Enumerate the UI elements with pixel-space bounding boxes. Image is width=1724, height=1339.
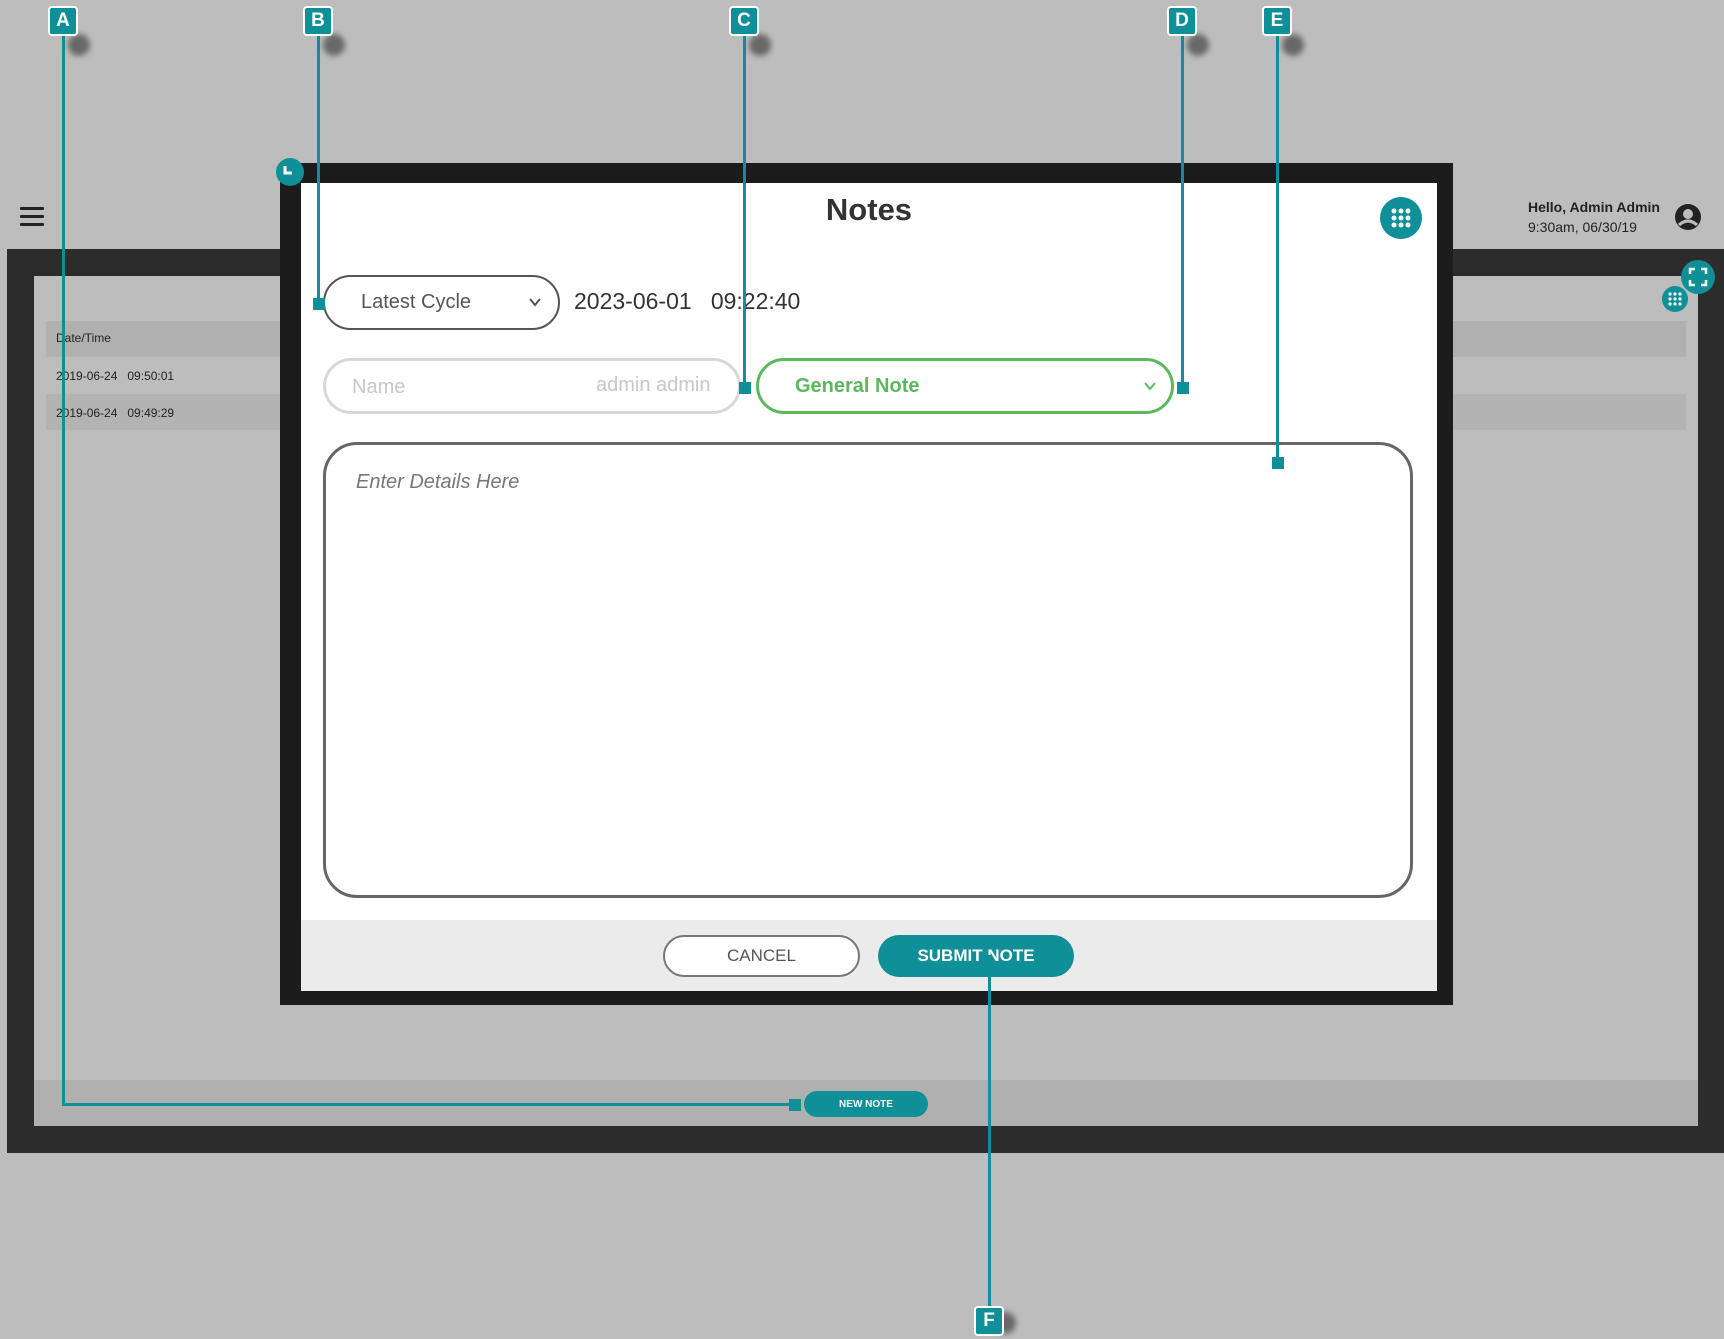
callout-line-b (317, 34, 320, 305)
chevron-down-icon (1144, 382, 1156, 391)
cycle-select[interactable]: Latest Cycle (323, 275, 560, 330)
callout-anchor-a (789, 1099, 801, 1111)
callout-line-d (1181, 34, 1184, 389)
callout-badge-e: E (1262, 6, 1292, 36)
new-note-button[interactable]: NEW NOTE (804, 1091, 928, 1117)
callout-anchor-e (1272, 457, 1284, 469)
grid-icon[interactable] (1380, 197, 1422, 239)
callout-line-a (62, 34, 65, 1106)
details-input[interactable] (323, 442, 1413, 898)
callout-shadow (1282, 34, 1304, 56)
fullscreen-icon[interactable] (1681, 260, 1715, 294)
callout-anchor-b (313, 298, 325, 310)
callout-badge-c: C (729, 6, 759, 36)
modal-title: Notes (825, 192, 913, 227)
chevron-down-icon (529, 298, 541, 307)
callout-badge-b: B (303, 6, 333, 36)
callout-anchor-c (739, 382, 751, 394)
modal-footer (301, 920, 1437, 991)
cycle-datetime: 2023-06-01 09:22:40 (574, 288, 801, 314)
callout-line-c (743, 34, 746, 389)
account-icon[interactable] (1674, 203, 1702, 231)
callout-shadow (323, 34, 345, 56)
grid-icon[interactable] (1662, 286, 1688, 312)
cancel-button[interactable]: CANCEL (663, 935, 860, 977)
table-cell-datetime: 2019-06-24 09:50:01 (56, 369, 175, 383)
name-label: Name (352, 376, 406, 398)
note-type-select[interactable]: General Note (756, 358, 1174, 414)
name-value: admin admin (596, 374, 711, 396)
note-type-value: General Note (795, 374, 920, 397)
session-time: 9:30am, 06/30/19 (1528, 219, 1637, 235)
callout-anchor-d (1177, 382, 1189, 394)
submit-note-button[interactable]: SUBMIT NOTE (878, 935, 1074, 977)
callout-line-a (62, 1103, 797, 1106)
hamburger-icon[interactable] (20, 207, 44, 229)
user-greeting: Hello, Admin Admin (1528, 199, 1660, 215)
callout-shadow (749, 34, 771, 56)
table-cell-datetime: 2019-06-24 09:49:29 (56, 406, 175, 420)
corner-icon (276, 158, 304, 186)
cycle-select-value: Latest Cycle (361, 291, 472, 313)
callout-line-e (1276, 34, 1279, 462)
callout-shadow (68, 34, 90, 56)
callout-line-f (988, 955, 991, 1310)
callout-badge-a: A (48, 6, 78, 36)
callout-badge-d: D (1167, 6, 1197, 36)
callout-shadow (1187, 34, 1209, 56)
callout-badge-f: F (974, 1306, 1004, 1336)
